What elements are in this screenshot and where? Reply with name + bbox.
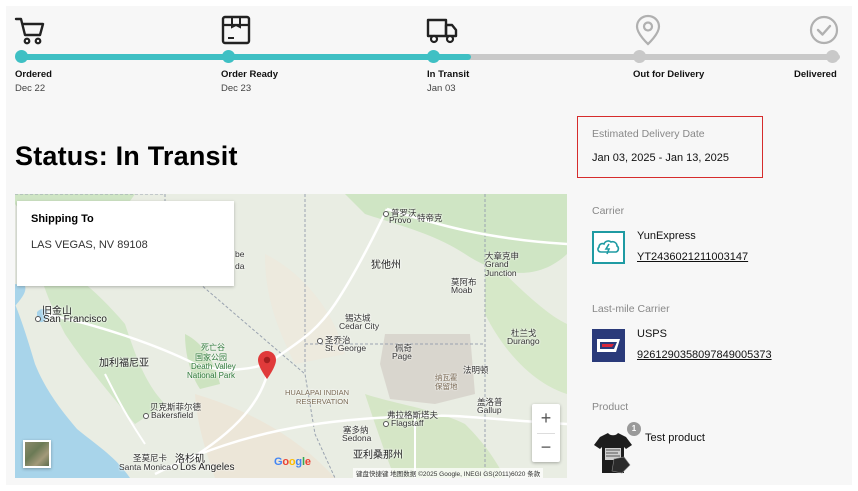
step-dot [826, 50, 839, 63]
map-label: Page [392, 351, 412, 361]
step-dot [15, 50, 28, 63]
map-label: Cedar City [339, 321, 380, 331]
carrier-tracking-link[interactable]: YT2436021211003147 [637, 251, 748, 263]
map-label: HUALAPAI INDIAN [285, 388, 350, 397]
page-title: Status: In Transit [15, 141, 238, 171]
step-date: Dec 23 [221, 83, 252, 94]
map-label: Death Valley [191, 362, 236, 371]
map-label: Los Angeles [172, 462, 235, 473]
shipping-map[interactable]: Shipping To LAS VEGAS, NV 89108 be da 旧金… [15, 194, 567, 478]
order-tracking-page: Ordered Dec 22 Order Ready Dec 23 In Tra [6, 6, 852, 485]
map-label: be [235, 249, 245, 259]
product-quantity-badge: 1 [627, 422, 641, 436]
step-ordered: Ordered Dec 22 [14, 6, 154, 106]
step-date: Jan 03 [427, 83, 456, 94]
step-dot [427, 50, 440, 63]
map-label: 加利福尼亚 [99, 358, 149, 369]
map-label: 保留地 [435, 382, 458, 391]
estimated-delivery-box: Estimated Delivery Date Jan 03, 2025 - J… [577, 116, 763, 178]
map-label: 犹他州 [371, 260, 401, 271]
satellite-toggle-button[interactable] [23, 440, 51, 468]
yunexpress-logo-icon [592, 231, 625, 264]
zoom-out-button[interactable]: − [532, 433, 560, 462]
map-label: San Francisco [35, 314, 107, 325]
location-pin-icon [635, 14, 661, 46]
carrier-name: YunExpress [637, 230, 696, 242]
step-label: In Transit [427, 69, 470, 80]
map-label: 法明顿 [463, 365, 489, 375]
zoom-in-button[interactable]: + [532, 404, 560, 433]
product-label: Product [592, 401, 629, 413]
step-label: Delivered [794, 69, 837, 80]
map-attribution[interactable]: 键盘快捷键 地图数据 ©2025 Google, INEGI GS(2011)6… [353, 468, 544, 478]
estimated-delivery-value: Jan 03, 2025 - Jan 13, 2025 [592, 152, 729, 164]
product-thumbnail[interactable] [592, 431, 634, 475]
step-order-ready: Order Ready Dec 23 [220, 6, 360, 106]
step-in-transit: In Transit Jan 03 [426, 6, 566, 106]
map-label: da [235, 261, 245, 271]
map-label: Bakersfield [143, 410, 193, 420]
estimated-delivery-label: Estimated Delivery Date [592, 128, 705, 140]
map-label: National Park [187, 371, 236, 380]
map-label: St. George [325, 343, 367, 353]
truck-icon [426, 18, 458, 44]
map-label: 特帝克 [417, 213, 443, 223]
destination-pin-icon[interactable] [258, 351, 276, 379]
usps-logo-icon [592, 329, 625, 362]
map-zoom-control: + − [532, 404, 560, 462]
lastmile-carrier-name: USPS [637, 328, 667, 340]
step-delivered: Delivered [700, 6, 840, 106]
google-logo: Google [274, 456, 311, 468]
step-label: Order Ready [221, 69, 279, 80]
shipping-to-title: Shipping To [31, 213, 94, 225]
zoom-divider [537, 433, 555, 434]
step-dot [633, 50, 646, 63]
check-circle-icon [809, 15, 839, 45]
map-label: Sedona [342, 433, 372, 443]
map-label: RESERVATION [296, 397, 349, 406]
step-dot [222, 50, 235, 63]
step-label: Ordered [15, 69, 52, 80]
lastmile-carrier-label: Last-mile Carrier [592, 303, 670, 315]
progress-tracker: Ordered Dec 22 Order Ready Dec 23 In Tra [6, 6, 852, 106]
map-label: Flagstaff [383, 418, 423, 428]
map-label: Gallup [477, 405, 502, 415]
map-label: Santa Monica [119, 462, 171, 472]
shipping-address: LAS VEGAS, NV 89108 [31, 239, 148, 251]
carrier-label: Carrier [592, 205, 625, 217]
map-label: Provo [389, 215, 412, 225]
map-label: Junction [485, 268, 517, 278]
step-label: Out for Delivery [633, 69, 705, 80]
cart-icon [14, 17, 45, 45]
map-label: Moab [451, 285, 473, 295]
step-date: Dec 22 [15, 83, 46, 94]
lastmile-tracking-link[interactable]: 9261290358097849005373 [637, 349, 772, 361]
product-name: Test product [645, 432, 705, 444]
map-label: 亚利桑那州 [353, 450, 403, 461]
shipping-to-card: Shipping To LAS VEGAS, NV 89108 [17, 201, 234, 286]
map-label: Durango [507, 336, 540, 346]
package-icon [221, 15, 251, 45]
